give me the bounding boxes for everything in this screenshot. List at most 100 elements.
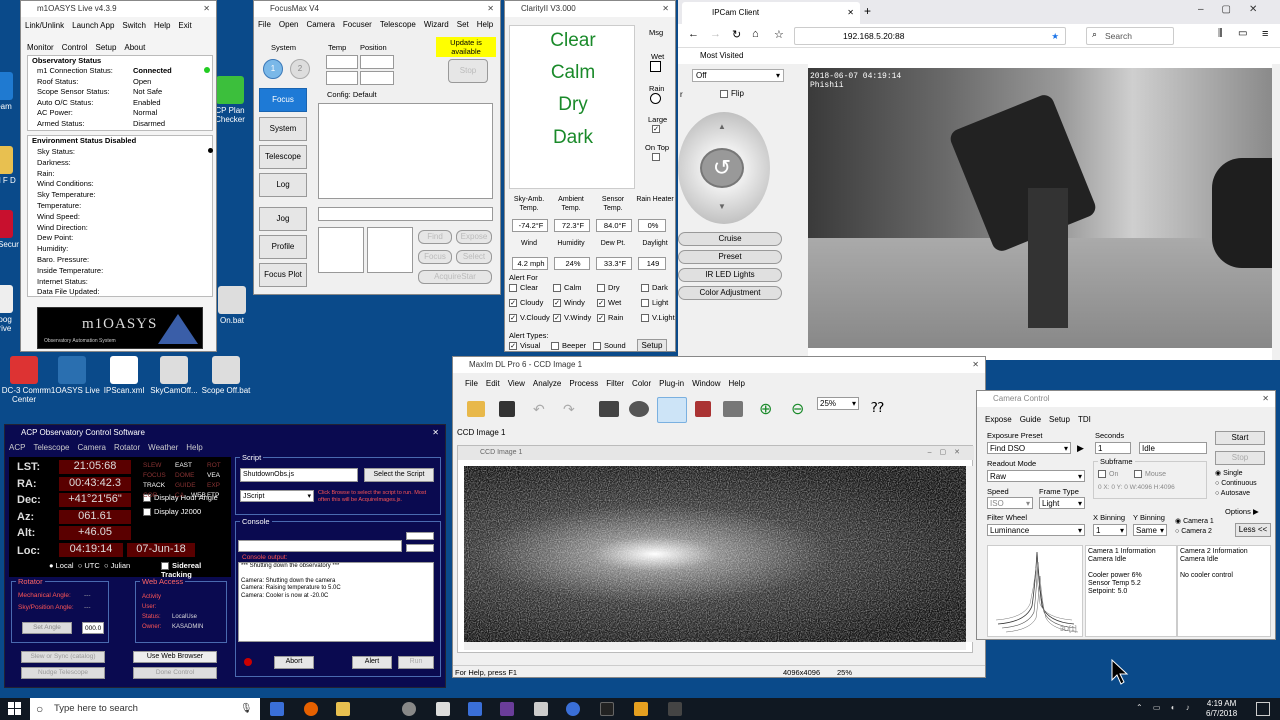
less-button[interactable]: Less << <box>1235 523 1271 537</box>
alert-checkbox[interactable]: Light <box>641 298 668 308</box>
nav-profile-button[interactable]: Profile <box>259 235 307 259</box>
nav-system-button[interactable]: System <box>259 117 307 141</box>
system-2-button[interactable]: 2 <box>290 59 310 79</box>
nudge-button[interactable]: Nudge Telescope <box>21 667 105 679</box>
y-binning-select[interactable]: Same ▾ <box>1133 524 1167 536</box>
find-button[interactable]: Find <box>418 230 452 244</box>
forward-icon[interactable]: → <box>710 28 721 40</box>
tab-guide[interactable]: Guide <box>1020 415 1041 424</box>
window-controls[interactable]: –▢✕ <box>1198 4 1275 15</box>
zoom-out-icon[interactable]: ⊖ <box>791 399 804 419</box>
radio-camera-2[interactable]: ○ Camera 2 <box>1175 527 1214 537</box>
open-folder-icon[interactable] <box>467 401 485 417</box>
ontop-checkbox[interactable] <box>652 152 660 161</box>
menu-item[interactable]: Link/Unlink <box>25 21 64 30</box>
cruise-button[interactable]: Cruise <box>678 232 782 246</box>
desktop-icon-team[interactable]: Team <box>0 72 20 111</box>
app-icon[interactable] <box>468 702 482 716</box>
alert-type-checkbox[interactable]: Beeper <box>551 341 586 351</box>
preset-button[interactable]: Preset <box>678 250 782 264</box>
app-icon[interactable] <box>600 702 614 716</box>
app-icon[interactable] <box>500 702 514 716</box>
taskbar-search-box[interactable]: ○ Type here to search 🎙 <box>30 698 260 720</box>
alert-checkbox[interactable]: ✓ Windy <box>553 298 585 308</box>
run-button[interactable]: Run <box>398 656 434 669</box>
menu-item[interactable]: Rotator <box>114 443 140 452</box>
menu-item[interactable]: Camera <box>306 20 334 29</box>
menu-item[interactable]: Camera <box>77 443 105 452</box>
update-available-badge[interactable]: Update is available <box>436 37 496 57</box>
stop-button[interactable]: Stop <box>448 59 488 83</box>
large-checkbox[interactable]: ✓ <box>652 124 660 133</box>
menu-item[interactable]: Help <box>154 21 170 30</box>
down-arrow-icon[interactable]: ▼ <box>718 202 726 211</box>
menu-item[interactable]: Switch <box>122 21 146 30</box>
up-arrow-icon[interactable]: ▲ <box>718 122 726 131</box>
readout-mode-select[interactable]: Raw ▾ <box>987 470 1085 482</box>
menu-item[interactable]: Exit <box>178 21 191 30</box>
alert-checkbox[interactable]: ✓ Cloudy <box>509 298 543 308</box>
observatory-icon[interactable] <box>723 401 743 417</box>
home-icon[interactable]: ⌂ <box>752 28 759 40</box>
image-vscroll[interactable] <box>966 466 973 642</box>
nav-focus-button[interactable]: Focus <box>259 88 307 112</box>
menu-item[interactable]: Help <box>729 379 745 388</box>
slew-sync-button[interactable]: Slew or Sync (catalog) <box>21 651 105 663</box>
menu-icon[interactable]: ≡ <box>1262 28 1268 40</box>
app-icon[interactable] <box>668 702 682 716</box>
zoom-select[interactable]: 25% ▾ <box>817 397 859 410</box>
stop-button[interactable]: Stop <box>1215 451 1265 465</box>
menu-item[interactable]: File <box>465 379 478 388</box>
alert-checkbox[interactable]: Dark <box>641 283 668 293</box>
radio-camera-1[interactable]: ◉ Camera 1 <box>1175 517 1214 527</box>
nav-telescope-button[interactable]: Telescope <box>259 145 307 169</box>
ptz-dial[interactable]: ↺ ▲ ▼ <box>678 112 770 224</box>
menu-item[interactable]: ACP <box>9 443 25 452</box>
most-visited-link[interactable]: Most Visited <box>700 51 743 60</box>
console-input[interactable] <box>238 540 402 552</box>
color-adjustment-button[interactable]: Color Adjustment <box>678 286 782 300</box>
globe-icon[interactable] <box>566 702 580 716</box>
menu-item[interactable]: View <box>508 379 525 388</box>
script-field[interactable]: ShutdownObs.js <box>240 468 358 482</box>
alert-checkbox[interactable]: ✓ Wet <box>597 298 621 308</box>
close-icon[interactable]: ✕ <box>203 1 210 17</box>
menu-item[interactable]: Plug-in <box>659 379 684 388</box>
close-icon[interactable]: ✕ <box>662 1 669 17</box>
bookmark-star-icon[interactable]: ★ <box>1051 28 1059 44</box>
camera-icon[interactable] <box>695 401 711 417</box>
tab-expose[interactable]: Expose <box>985 415 1012 424</box>
alert-checkbox[interactable]: Clear <box>509 283 538 293</box>
zoom-in-icon[interactable]: ⊕ <box>759 399 772 419</box>
radio-julian[interactable]: ○ Julian <box>104 561 130 570</box>
mode-select[interactable]: Off ▾ <box>692 69 784 82</box>
sidebar-icon[interactable]: ▭ <box>1238 28 1247 39</box>
image-icon[interactable] <box>599 401 619 417</box>
close-icon[interactable]: ✕ <box>432 425 439 441</box>
desktop-icon-gdrive[interactable]: Goog Drive <box>0 285 20 333</box>
scrollbar[interactable] <box>1272 64 1280 360</box>
search-box[interactable]: Search <box>1086 27 1174 45</box>
desktop-icon-skycam[interactable]: SkyCamOff... <box>144 356 204 395</box>
firefox-icon[interactable] <box>304 702 318 716</box>
menu-item[interactable]: Weather <box>148 443 178 452</box>
frame-type-select[interactable]: Light ▾ <box>1039 497 1085 509</box>
close-icon[interactable]: ✕ <box>972 357 979 373</box>
tab-setup[interactable]: Setup <box>1049 415 1070 424</box>
expose-button[interactable]: Expose <box>456 230 492 244</box>
alert-button[interactable]: Alert <box>352 656 392 669</box>
desktop-icon-old[interactable]: Old F D <box>0 146 20 185</box>
file-explorer-icon[interactable] <box>336 702 350 716</box>
ipcam-tab[interactable]: IPCam Client ✕ <box>682 2 860 24</box>
child-window-controls[interactable]: –▢✕ <box>928 446 968 460</box>
menu-item[interactable]: Launch App <box>72 21 114 30</box>
alert-checkbox[interactable]: V.Light <box>641 313 675 323</box>
exposure-preset-select[interactable]: Find DSO ▾ <box>987 442 1071 454</box>
library-icon[interactable]: ⫼ <box>1218 28 1223 39</box>
menu-item[interactable]: Filter <box>606 379 624 388</box>
crosshair-icon[interactable] <box>629 401 649 417</box>
menu-item[interactable]: Set <box>457 20 469 29</box>
close-tab-icon[interactable]: ✕ <box>847 2 854 24</box>
app-icon[interactable] <box>534 702 548 716</box>
alert-checkbox[interactable]: ✓ V.Windy <box>553 313 591 323</box>
